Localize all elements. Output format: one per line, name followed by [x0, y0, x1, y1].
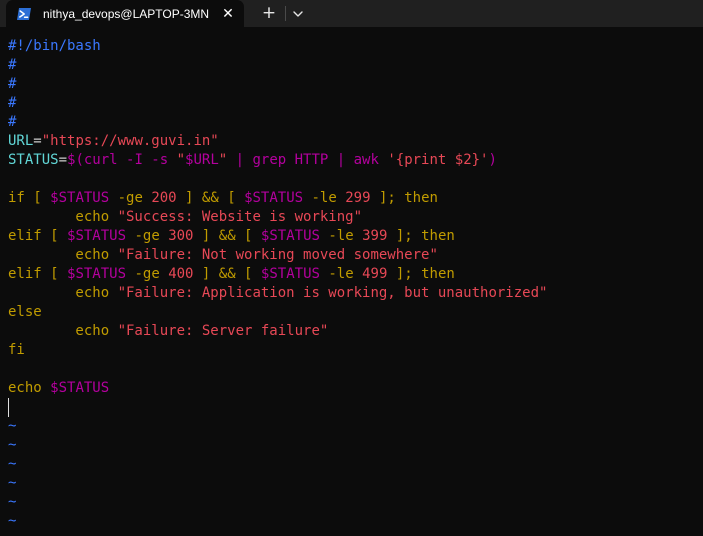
code-line: # — [8, 75, 698, 94]
code-line: echo "Success: Website is working" — [8, 208, 698, 227]
chevron-down-icon[interactable] — [290, 6, 306, 22]
code-token: ]; then — [387, 228, 455, 244]
code-token: 400 — [168, 266, 194, 282]
tab-title: nithya_devops@LAPTOP-3MN — [43, 7, 210, 21]
code-token: ] && [ — [193, 228, 261, 244]
code-token: -le — [303, 190, 346, 206]
code-line: # — [8, 113, 698, 132]
code-token: $STATUS — [50, 380, 110, 396]
code-token: $STATUS — [50, 190, 110, 206]
terminal-tab[interactable]: nithya_devops@LAPTOP-3MN ✕ — [6, 0, 244, 27]
code-token: echo — [8, 209, 118, 225]
code-token: ~ — [8, 437, 17, 453]
code-token: = — [58, 152, 68, 168]
titlebar-divider — [285, 6, 286, 21]
code-line: echo "Failure: Application is working, b… — [8, 284, 698, 303]
code-token: $STATUS — [260, 228, 320, 244]
code-line: elif [ $STATUS -ge 400 ] && [ $STATUS -l… — [8, 265, 698, 284]
code-token: elif [ — [8, 266, 68, 282]
code-token: " — [176, 152, 186, 168]
code-token: 399 — [362, 228, 388, 244]
code-token: ~ — [8, 475, 17, 491]
code-token: STATUS — [8, 152, 59, 168]
code-token: echo — [8, 323, 118, 339]
code-token: "Failure: Server failure" — [117, 323, 329, 339]
code-token: '{print $2}' — [387, 152, 489, 168]
code-line: if [ $STATUS -ge 200 ] && [ $STATUS -le … — [8, 189, 698, 208]
code-token: $URL — [185, 152, 219, 168]
code-token: "Success: Website is working" — [117, 209, 363, 225]
code-token: ] && [ — [176, 190, 245, 206]
title-bar: nithya_devops@LAPTOP-3MN ✕ + — [0, 0, 703, 27]
code-token: ]; then — [370, 190, 438, 206]
code-token: $(curl -I -s — [67, 152, 177, 168]
empty-buffer-line: ~ — [8, 436, 698, 455]
code-line: # — [8, 94, 698, 113]
plus-icon[interactable]: + — [259, 4, 279, 22]
code-line — [8, 398, 698, 417]
code-token: # — [8, 95, 17, 111]
code-token: "Failure: Application is working, but un… — [117, 285, 548, 301]
empty-buffer-line: ~ — [8, 493, 698, 512]
code-token: ~ — [8, 456, 17, 472]
code-token: 499 — [362, 266, 388, 282]
code-token: 300 — [168, 228, 194, 244]
empty-buffer-line: ~ — [8, 512, 698, 531]
code-token: # — [8, 114, 17, 130]
vim-editor[interactable]: #!/bin/bash # # # # URL="https://www.guvi.in"… — [8, 37, 698, 532]
code-token: ~ — [8, 513, 17, 529]
code-token: elif [ — [8, 228, 68, 244]
code-line: #!/bin/bash — [8, 37, 698, 56]
code-token: $STATUS — [260, 266, 320, 282]
code-token: echo — [8, 247, 118, 263]
code-token: echo — [8, 380, 51, 396]
code-token: $STATUS — [67, 266, 127, 282]
code-token: URL — [8, 133, 34, 149]
code-token: # — [8, 76, 17, 92]
code-line: URL="https://www.guvi.in" — [8, 132, 698, 151]
code-token: # — [8, 57, 17, 73]
empty-buffer-line: ~ — [8, 455, 698, 474]
code-token: "https://www.guvi.in" — [41, 133, 219, 149]
code-token: ]; then — [387, 266, 455, 282]
code-token: -le — [319, 266, 363, 282]
code-token: | grep HTTP | awk — [227, 152, 388, 168]
empty-buffer-line: ~ — [8, 474, 698, 493]
code-token: ) — [488, 152, 497, 168]
code-token: = — [33, 133, 42, 149]
code-token: #!/bin/bash — [8, 38, 101, 54]
code-line: echo "Failure: Server failure" — [8, 322, 698, 341]
close-icon[interactable]: ✕ — [220, 6, 236, 22]
code-token: $STATUS — [67, 228, 127, 244]
code-token: " — [218, 152, 228, 168]
code-token: $STATUS — [244, 190, 304, 206]
code-line: else — [8, 303, 698, 322]
code-line: elif [ $STATUS -ge 300 ] && [ $STATUS -l… — [8, 227, 698, 246]
code-token: else — [8, 304, 42, 320]
code-token: fi — [8, 342, 25, 358]
code-token: -ge — [126, 266, 169, 282]
code-token: ] && [ — [193, 266, 261, 282]
code-line: STATUS=$(curl -I -s "$URL" | grep HTTP |… — [8, 151, 698, 170]
code-token: 200 — [151, 190, 177, 206]
code-token: echo — [8, 285, 118, 301]
code-token: -le — [319, 228, 363, 244]
code-token: ~ — [8, 418, 17, 434]
code-line: echo $STATUS — [8, 379, 698, 398]
code-token: ~ — [8, 494, 17, 510]
code-line: # — [8, 56, 698, 75]
code-token: -ge — [109, 190, 152, 206]
powershell-icon — [16, 6, 32, 20]
text-cursor — [8, 398, 9, 417]
code-token: if [ — [8, 190, 51, 206]
code-token: "Failure: Not working moved somewhere" — [117, 247, 438, 263]
code-line: echo "Failure: Not working moved somewhe… — [8, 246, 698, 265]
code-line: fi — [8, 341, 698, 360]
empty-buffer-line: ~ — [8, 417, 698, 436]
code-token: 299 — [345, 190, 371, 206]
code-token: -ge — [126, 228, 169, 244]
